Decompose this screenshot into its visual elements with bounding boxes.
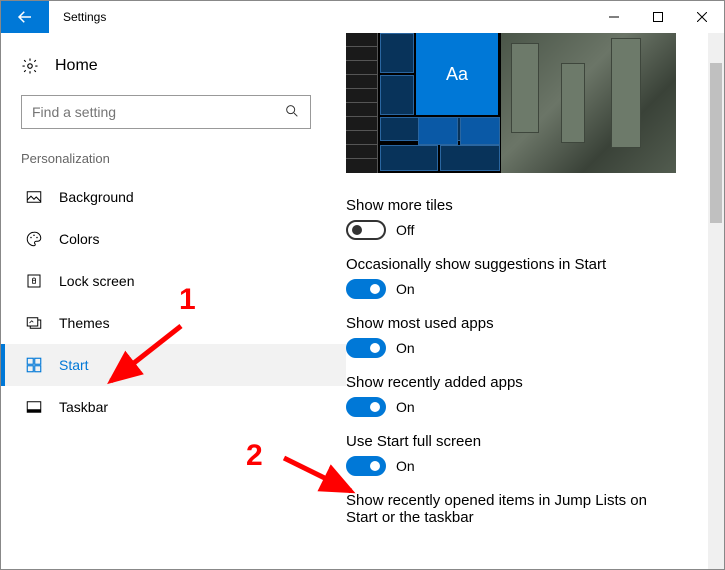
setting-label: Show recently opened items in Jump Lists… bbox=[346, 492, 666, 526]
sidebar-item-colors[interactable]: Colors bbox=[1, 218, 346, 260]
start-preview: Aa bbox=[346, 33, 676, 173]
annotation-arrow-1 bbox=[96, 316, 196, 396]
annotation-arrow-2 bbox=[276, 446, 376, 506]
preview-sample-tile: Aa bbox=[416, 33, 498, 115]
setting-label: Show more tiles bbox=[346, 197, 704, 214]
toggle-recently-added[interactable] bbox=[346, 397, 386, 417]
start-icon bbox=[25, 356, 43, 374]
setting-label: Use Start full screen bbox=[346, 433, 704, 450]
sidebar-home[interactable]: Home bbox=[1, 47, 346, 85]
sidebar-item-label: Taskbar bbox=[59, 399, 108, 415]
sidebar-item-label: Colors bbox=[59, 231, 99, 247]
toggle-state: On bbox=[396, 458, 415, 474]
setting-suggestions: Occasionally show suggestions in Start O… bbox=[346, 256, 704, 299]
minimize-button[interactable] bbox=[592, 1, 636, 33]
section-header: Personalization bbox=[1, 147, 346, 176]
toggle-most-used[interactable] bbox=[346, 338, 386, 358]
toggle-state: On bbox=[396, 399, 415, 415]
setting-most-used: Show most used apps On bbox=[346, 315, 704, 358]
toggle-show-more-tiles[interactable] bbox=[346, 220, 386, 240]
maximize-icon bbox=[653, 12, 663, 22]
titlebar: Settings bbox=[1, 1, 724, 33]
minimize-icon bbox=[609, 12, 619, 22]
sidebar-item-lock-screen[interactable]: Lock screen bbox=[1, 260, 346, 302]
toggle-state: On bbox=[396, 340, 415, 356]
setting-full-screen: Use Start full screen On bbox=[346, 433, 704, 476]
window-title: Settings bbox=[63, 10, 106, 24]
scrollbar-thumb[interactable] bbox=[710, 63, 722, 223]
setting-show-more-tiles: Show more tiles Off bbox=[346, 197, 704, 240]
back-button[interactable] bbox=[1, 1, 49, 33]
search-input[interactable] bbox=[32, 104, 262, 120]
sidebar-item-label: Start bbox=[59, 357, 89, 373]
setting-label: Show recently added apps bbox=[346, 374, 704, 391]
setting-label: Show most used apps bbox=[346, 315, 704, 332]
taskbar-icon bbox=[25, 398, 43, 416]
scrollbar[interactable] bbox=[708, 33, 724, 569]
setting-label: Occasionally show suggestions in Start bbox=[346, 256, 704, 273]
search-box[interactable] bbox=[21, 95, 311, 129]
image-icon bbox=[25, 188, 43, 206]
back-arrow-icon bbox=[16, 8, 34, 26]
home-label: Home bbox=[55, 57, 98, 75]
search-icon bbox=[284, 103, 300, 122]
themes-icon bbox=[25, 314, 43, 332]
content-area: Aa Show more tiles Off Occasionally show… bbox=[346, 33, 724, 569]
toggle-state: On bbox=[396, 281, 415, 297]
sidebar-item-label: Lock screen bbox=[59, 273, 134, 289]
palette-icon bbox=[25, 230, 43, 248]
gear-icon bbox=[21, 57, 39, 75]
sidebar-item-label: Background bbox=[59, 189, 134, 205]
toggle-suggestions[interactable] bbox=[346, 279, 386, 299]
close-icon bbox=[697, 12, 707, 22]
sidebar-item-background[interactable]: Background bbox=[1, 176, 346, 218]
close-button[interactable] bbox=[680, 1, 724, 33]
setting-jump-lists: Show recently opened items in Jump Lists… bbox=[346, 492, 704, 526]
lock-screen-icon bbox=[25, 272, 43, 290]
maximize-button[interactable] bbox=[636, 1, 680, 33]
toggle-state: Off bbox=[396, 222, 414, 238]
setting-recently-added: Show recently added apps On bbox=[346, 374, 704, 417]
